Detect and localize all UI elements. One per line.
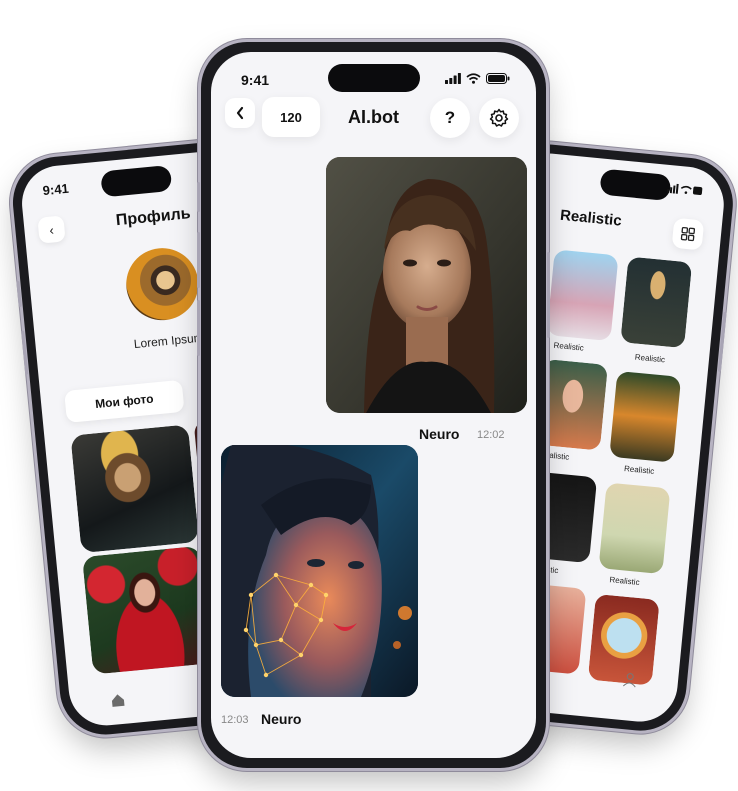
grid-icon bbox=[680, 226, 696, 242]
side-button bbox=[21, 330, 29, 375]
tab-my-photos[interactable]: Мои фото bbox=[64, 379, 185, 423]
token-counter[interactable]: 120 bbox=[262, 97, 320, 137]
gallery-card[interactable] bbox=[536, 358, 609, 451]
side-button bbox=[197, 300, 200, 356]
home-icon[interactable] bbox=[109, 692, 127, 712]
dynamic-island bbox=[327, 64, 420, 92]
user-name: Lorem Ipsum bbox=[133, 330, 205, 352]
gallery-card[interactable] bbox=[620, 256, 693, 349]
card-label: Realistic bbox=[553, 340, 585, 353]
chevron-left-icon: ‹ bbox=[48, 221, 55, 238]
dynamic-island bbox=[100, 164, 173, 198]
photo-card[interactable] bbox=[70, 424, 200, 554]
card-label: Realistic bbox=[634, 352, 666, 365]
status-icons bbox=[666, 183, 703, 199]
back-button[interactable]: ‹ bbox=[37, 215, 66, 244]
status-time: 9:41 bbox=[42, 180, 70, 199]
side-button bbox=[197, 182, 200, 212]
gallery-card[interactable] bbox=[609, 370, 682, 463]
signal-icon bbox=[445, 73, 461, 84]
photo-card[interactable] bbox=[82, 545, 211, 675]
card-label: Realistic bbox=[623, 464, 655, 476]
help-button[interactable]: ? bbox=[430, 98, 470, 138]
message-time: 12:02 bbox=[477, 429, 505, 441]
gallery-card[interactable] bbox=[546, 249, 619, 342]
chevron-left-icon bbox=[236, 106, 244, 120]
card-label: Realistic bbox=[609, 575, 640, 588]
center-phone: 9:41 120 AI.bot ? Neuro 12:02 12:03 Neur… bbox=[197, 42, 550, 768]
side-button bbox=[197, 232, 200, 288]
dynamic-island bbox=[599, 168, 672, 202]
side-button bbox=[547, 252, 550, 338]
side-button bbox=[16, 280, 22, 308]
status-icons bbox=[445, 73, 510, 84]
generated-image[interactable] bbox=[221, 445, 418, 697]
page-title: Realistic bbox=[559, 206, 623, 230]
page-title: AI.bot bbox=[348, 107, 399, 127]
user-icon[interactable] bbox=[621, 671, 639, 693]
gallery-card[interactable] bbox=[598, 482, 671, 575]
side-button bbox=[717, 311, 727, 372]
grid-view-button[interactable] bbox=[671, 217, 705, 251]
status-time: 9:41 bbox=[241, 72, 270, 88]
wifi-icon bbox=[466, 73, 481, 84]
avatar[interactable] bbox=[122, 244, 202, 324]
message-sender: Neuro bbox=[419, 426, 460, 442]
message-sender: Neuro bbox=[261, 711, 302, 727]
chat-screen: 9:41 120 AI.bot ? Neuro 12:02 12:03 Neur… bbox=[211, 52, 536, 758]
page-title: Профиль bbox=[115, 205, 192, 230]
battery-icon bbox=[486, 73, 510, 84]
message-time: 12:03 bbox=[221, 714, 249, 726]
settings-button[interactable] bbox=[479, 98, 519, 138]
generated-image[interactable] bbox=[326, 157, 527, 413]
gear-icon bbox=[489, 108, 509, 127]
back-button[interactable] bbox=[225, 98, 255, 128]
